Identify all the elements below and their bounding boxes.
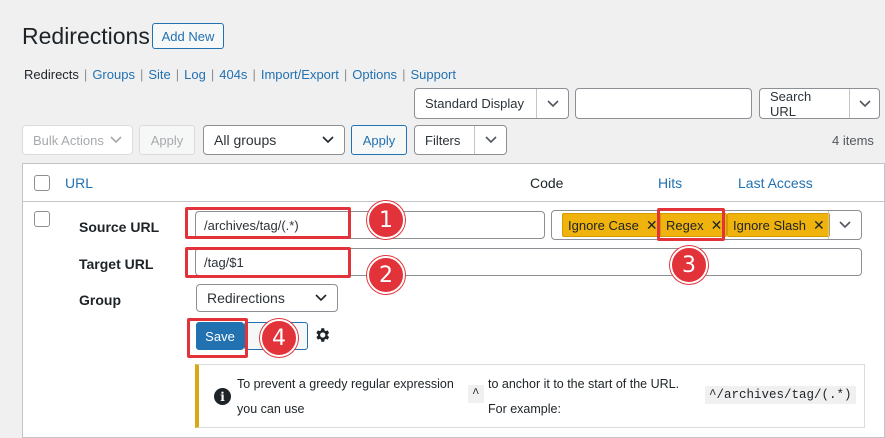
notice-caret-code: ^ — [468, 385, 484, 403]
filters-button[interactable]: Filters — [414, 125, 507, 155]
add-new-button[interactable]: Add New — [152, 23, 224, 49]
annotation-2: 2 — [367, 256, 405, 294]
filters-label: Filters — [425, 132, 461, 148]
chevron-down-icon — [315, 294, 327, 302]
flag-label: Ignore Slash — [733, 217, 806, 233]
annotation-1: 1 — [367, 201, 405, 239]
subnav-support[interactable]: Support — [410, 67, 456, 82]
subnav-separator: | — [139, 67, 144, 82]
search-url-label: Search URL — [770, 88, 812, 119]
flag-ignore-case: Ignore Case ✕ — [562, 213, 663, 237]
notice-text-1a: To prevent a greedy regular expression — [237, 377, 454, 391]
highlight-regex-flag — [657, 208, 725, 241]
select-all-checkbox[interactable] — [34, 175, 50, 191]
remove-flag-icon[interactable]: ✕ — [646, 218, 658, 232]
group-select[interactable]: Redirections — [196, 284, 338, 312]
search-url-button[interactable]: Search URL — [759, 88, 880, 119]
subnav: Redirects | Groups | Site | Log | 404s |… — [24, 67, 456, 82]
subnav-separator: | — [210, 67, 215, 82]
chevron-down-icon — [474, 126, 506, 154]
notice-text-1b: you can use — [237, 402, 305, 416]
notice-text-2b: For example: — [488, 402, 561, 416]
subnav-import-export[interactable]: Import/Export — [261, 67, 339, 82]
flag-label: Ignore Case — [568, 217, 639, 233]
group-select-value: Redirections — [207, 290, 285, 306]
display-select[interactable]: Standard Display — [414, 88, 569, 119]
group-label: Group — [79, 292, 121, 308]
group-filter-value: All groups — [214, 132, 277, 148]
column-url[interactable]: URL — [65, 175, 93, 191]
chevron-down-icon[interactable] — [828, 211, 861, 239]
subnav-log[interactable]: Log — [184, 67, 206, 82]
annotation-4: 4 — [260, 319, 298, 357]
notice-example-code: ^/archives/tag/(.*) — [705, 386, 856, 404]
page-title: Redirections — [22, 23, 150, 49]
subnav-groups[interactable]: Groups — [92, 67, 135, 82]
gear-icon[interactable] — [313, 326, 331, 344]
chevron-down-icon — [849, 89, 879, 118]
chevron-down-icon — [322, 136, 334, 144]
notice-text-2a: to anchor it to the start of the URL. — [488, 377, 680, 391]
column-last-access[interactable]: Last Access — [738, 175, 813, 191]
chevron-down-icon — [536, 89, 568, 118]
highlight-source-url — [185, 207, 351, 239]
column-hits[interactable]: Hits — [658, 175, 682, 191]
subnav-404s[interactable]: 404s — [219, 67, 247, 82]
chevron-down-icon — [110, 136, 122, 144]
subnav-redirects[interactable]: Redirects — [24, 67, 79, 82]
row-checkbox[interactable] — [34, 211, 50, 227]
column-code: Code — [530, 175, 564, 191]
highlight-target-url — [185, 247, 351, 278]
bulk-actions-select[interactable]: Bulk Actions — [22, 125, 133, 155]
bulk-actions-label: Bulk Actions — [33, 132, 104, 148]
search-input[interactable] — [575, 88, 752, 119]
subnav-options[interactable]: Options — [352, 67, 397, 82]
highlight-save-button — [187, 318, 248, 358]
subnav-site[interactable]: Site — [148, 67, 170, 82]
info-icon: i — [214, 388, 231, 405]
target-url-label: Target URL — [79, 256, 154, 272]
remove-flag-icon[interactable]: ✕ — [813, 218, 825, 232]
items-count: 4 items — [832, 133, 874, 148]
subnav-separator: | — [402, 67, 406, 82]
flag-ignore-slash: Ignore Slash ✕ — [727, 213, 830, 237]
source-url-label: Source URL — [79, 219, 160, 235]
subnav-separator: | — [83, 67, 88, 82]
bulk-apply-button[interactable]: Apply — [139, 125, 195, 155]
display-select-value: Standard Display — [425, 96, 524, 111]
annotation-3: 3 — [670, 246, 708, 284]
subnav-separator: | — [175, 67, 180, 82]
subnav-separator: | — [252, 67, 256, 82]
apply-button[interactable]: Apply — [351, 125, 407, 155]
subnav-separator: | — [343, 67, 348, 82]
group-filter-select[interactable]: All groups — [203, 125, 345, 155]
